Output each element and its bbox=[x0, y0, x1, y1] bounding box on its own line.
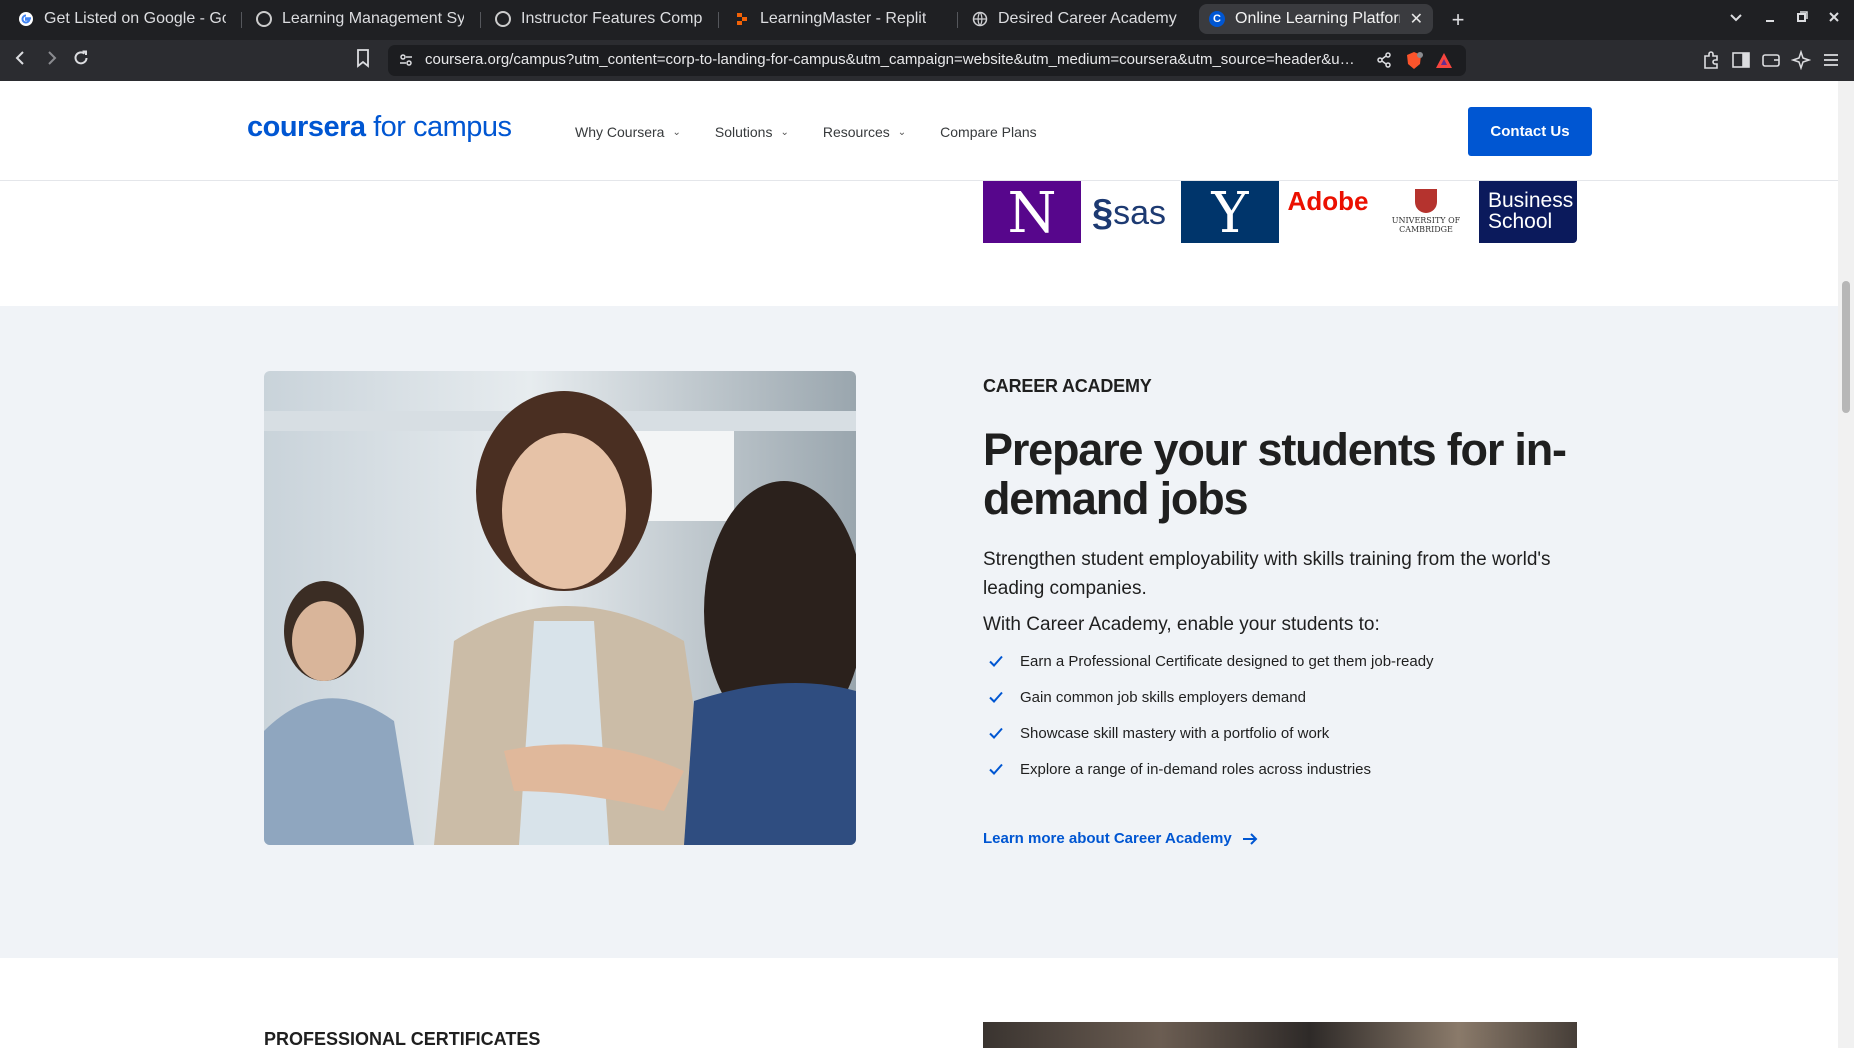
browser-tab-bar: Get Listed on Google - Goog Learning Man… bbox=[0, 0, 1854, 40]
section-eyebrow: CAREER ACADEMY bbox=[983, 376, 1152, 396]
tab-instructor[interactable]: Instructor Features Compari bbox=[485, 4, 713, 34]
handshake-photo bbox=[264, 371, 856, 845]
site-header: coursera for campus Why Coursera ⌄ Soluti… bbox=[0, 81, 1838, 181]
section-subheading: With Career Academy, enable your student… bbox=[983, 614, 1380, 635]
tab-divider bbox=[241, 12, 242, 28]
bookmark-icon[interactable] bbox=[352, 47, 378, 73]
tab-title: Get Listed on Google - Goog bbox=[44, 10, 226, 27]
globe-icon bbox=[972, 11, 988, 27]
tab-divider bbox=[957, 12, 958, 28]
learn-more-career-academy-link[interactable]: Learn more about Career Academy bbox=[983, 830, 1258, 847]
benefits-list: Earn a Professional Certificate designed… bbox=[988, 643, 1434, 787]
checkmark-icon bbox=[989, 655, 1003, 667]
url-text[interactable]: coursera.org/campus?utm_content=corp-to-… bbox=[425, 51, 1355, 68]
checkmark-icon bbox=[989, 763, 1003, 775]
section-description: Strengthen student employability with sk… bbox=[983, 549, 1551, 599]
contact-us-button[interactable]: Contact Us bbox=[1468, 107, 1592, 156]
tab-title: Learning Management Syste bbox=[282, 10, 464, 27]
openai-icon bbox=[495, 11, 511, 27]
tab-title: LearningMaster - Replit bbox=[760, 10, 927, 27]
list-item: Gain common job skills employers demand bbox=[988, 679, 1434, 715]
chevron-down-icon: ⌄ bbox=[897, 126, 907, 138]
close-window-icon[interactable] bbox=[1822, 8, 1846, 32]
partner-logo: N bbox=[983, 181, 1081, 243]
tab-title: Desired Career Academy | Er bbox=[998, 10, 1180, 27]
address-bar[interactable]: coursera.org/campus?utm_content=corp-to-… bbox=[388, 45, 1466, 76]
partner-logo: Business School bbox=[1479, 181, 1577, 243]
list-item: Earn a Professional Certificate designed… bbox=[988, 643, 1434, 679]
tab-list-chevron-icon[interactable] bbox=[1724, 8, 1748, 32]
partner-logo: Adobe bbox=[1279, 181, 1377, 243]
partner-logo: UNIVERSITY OF CAMBRIDGE bbox=[1377, 181, 1475, 243]
nav-solutions[interactable]: Solutions ⌄ bbox=[715, 124, 789, 140]
menu-icon[interactable] bbox=[1821, 50, 1843, 72]
tab-divider bbox=[480, 12, 481, 28]
extensions-icon[interactable] bbox=[1701, 50, 1723, 72]
chevron-down-icon: ⌄ bbox=[780, 126, 789, 138]
sas-swoosh-icon: § bbox=[1091, 191, 1114, 234]
partner-logo: § sas bbox=[1085, 181, 1173, 243]
leo-ai-icon[interactable] bbox=[1790, 49, 1813, 72]
openai-icon bbox=[256, 11, 272, 27]
close-icon[interactable]: ✕ bbox=[1400, 9, 1423, 29]
forward-icon[interactable] bbox=[38, 48, 64, 74]
main-nav: Why Coursera ⌄ Solutions ⌄ Resources ⌄ Comp… bbox=[575, 124, 1071, 140]
site-settings-icon[interactable] bbox=[398, 52, 414, 68]
google-icon bbox=[18, 11, 34, 27]
coursera-icon: C bbox=[1209, 11, 1225, 27]
checkmark-icon bbox=[989, 691, 1003, 703]
checkmark-icon bbox=[989, 727, 1003, 739]
tab-title: Online Learning Platforn bbox=[1235, 10, 1400, 27]
nav-resources[interactable]: Resources ⌄ bbox=[823, 124, 906, 140]
tab-desired-career[interactable]: Desired Career Academy | Er bbox=[962, 4, 1190, 34]
tab-replit[interactable]: LearningMaster - Replit bbox=[724, 4, 952, 34]
professional-certificates-eyebrow: PROFESSIONAL CERTIFICATES bbox=[264, 1029, 541, 1048]
sidebar-icon[interactable] bbox=[1731, 50, 1753, 72]
section-heading: Prepare your students for in-demand jobs bbox=[983, 424, 1567, 524]
coursera-logo[interactable]: coursera for campus bbox=[247, 111, 512, 144]
reload-icon[interactable] bbox=[68, 48, 94, 74]
page-viewport: N § sas Y Adobe UNIVERSITY OF CAMBRIDGE … bbox=[0, 81, 1838, 1048]
list-item: Explore a range of in-demand roles acros… bbox=[988, 751, 1434, 787]
tab-divider bbox=[718, 12, 719, 28]
minimize-icon[interactable] bbox=[1758, 8, 1782, 32]
scrollbar-thumb[interactable] bbox=[1842, 281, 1850, 413]
cambridge-crest-icon bbox=[1415, 188, 1437, 213]
back-icon[interactable] bbox=[8, 48, 34, 74]
tab-title: Instructor Features Compari bbox=[521, 10, 703, 27]
list-item: Showcase skill mastery with a portfolio … bbox=[988, 715, 1434, 751]
restore-icon[interactable] bbox=[1790, 8, 1814, 32]
professional-certificates-photo bbox=[983, 1022, 1577, 1048]
partner-logo: Y bbox=[1181, 181, 1279, 243]
chevron-down-icon: ⌄ bbox=[672, 126, 681, 138]
tab-lms[interactable]: Learning Management Syste bbox=[246, 4, 474, 34]
page-scrollbar[interactable] bbox=[1838, 81, 1854, 1048]
career-academy-photo bbox=[264, 371, 856, 845]
brave-rewards-icon[interactable] bbox=[1434, 51, 1454, 71]
tab-google[interactable]: Get Listed on Google - Goog bbox=[8, 4, 236, 34]
partner-logos: N § sas Y Adobe UNIVERSITY OF CAMBRIDGE … bbox=[983, 181, 1577, 243]
nav-why-coursera[interactable]: Why Coursera ⌄ bbox=[575, 124, 681, 140]
share-icon[interactable] bbox=[1375, 51, 1395, 71]
arrow-right-icon bbox=[1242, 832, 1258, 845]
replit-icon bbox=[734, 11, 750, 27]
wallet-icon[interactable] bbox=[1761, 50, 1783, 72]
brave-shields-icon[interactable] bbox=[1404, 51, 1424, 71]
tab-coursera[interactable]: C Online Learning Platforn ✕ bbox=[1199, 4, 1433, 34]
new-tab-button[interactable]: + bbox=[1444, 6, 1472, 34]
nav-compare-plans[interactable]: Compare Plans bbox=[940, 124, 1037, 140]
